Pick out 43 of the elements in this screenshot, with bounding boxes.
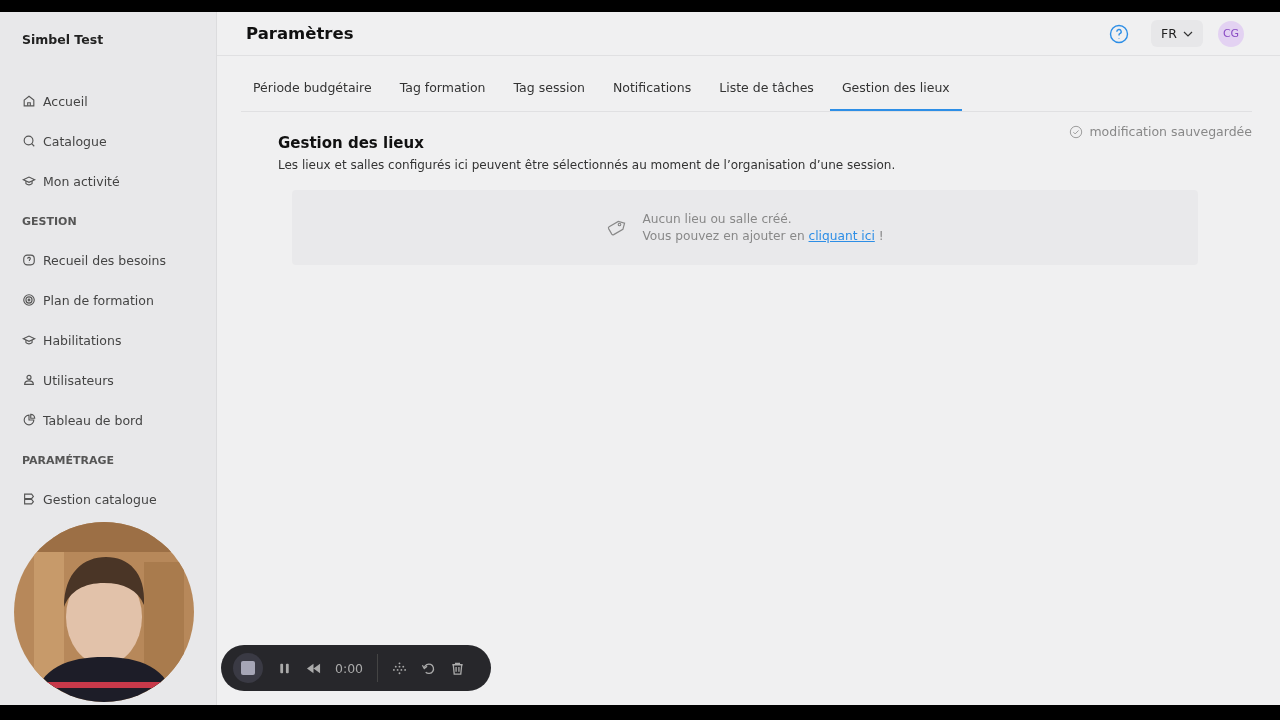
chevron-down-icon <box>1183 30 1193 37</box>
pie-icon <box>22 413 36 427</box>
settings-tab[interactable]: Tag session <box>501 76 597 111</box>
layers-icon <box>22 492 36 506</box>
section-title: Gestion des lieux <box>278 134 425 152</box>
section-description: Les lieux et salles configurés ici peuvent être sélectionnés au moment de l’organisation d’une session. <box>278 158 897 172</box>
target-icon <box>22 293 36 307</box>
sidebar-item[interactable]: Utilisateurs <box>22 360 114 400</box>
sidebar-item[interactable]: Recueil des besoins <box>22 240 167 280</box>
stop-button[interactable] <box>233 653 263 683</box>
trash-icon[interactable] <box>450 660 466 676</box>
sidebar-item[interactable]: Plan de formation <box>22 280 154 320</box>
settings-tab[interactable]: Tag formation <box>387 76 498 111</box>
settings-tab[interactable]: Liste de tâches <box>707 76 826 111</box>
section-heading: PARAMÉTRAGE <box>22 454 116 467</box>
help-icon <box>22 253 36 267</box>
sidebar-item[interactable]: Accueil <box>22 81 88 121</box>
section-heading: GESTION <box>22 215 78 228</box>
restart-icon[interactable] <box>421 660 437 676</box>
empty-message: Aucun lieu ou salle créé. <box>642 212 793 226</box>
cap-icon <box>22 174 36 188</box>
settings-tab[interactable]: Notifications <box>600 76 704 111</box>
dot-grid-icon[interactable] <box>392 660 408 676</box>
page-title: Paramètres <box>246 24 354 43</box>
cap-icon <box>22 333 36 347</box>
search-icon <box>22 134 36 148</box>
help-icon[interactable] <box>1109 23 1130 44</box>
sidebar-item[interactable]: Catalogue <box>22 121 107 161</box>
settings-tab[interactable]: Gestion des lieux <box>829 76 962 111</box>
sidebar-item[interactable]: Gestion catalogue <box>22 479 157 519</box>
home-icon <box>22 94 36 108</box>
sidebar-item[interactable]: Tableau de bord <box>22 400 143 440</box>
sidebar-item[interactable]: Mon activité <box>22 161 120 201</box>
settings-tab[interactable]: Période budgétaire <box>241 76 384 111</box>
empty-hint: Vous pouvez en ajouter en cliquant ici ! <box>642 229 884 243</box>
app-name: Simbel Test <box>22 32 105 47</box>
save-status: modification sauvegardée <box>1089 124 1252 139</box>
check-circle-icon <box>1069 124 1084 139</box>
recording-time: 0:00 <box>335 660 364 676</box>
users-icon <box>22 373 36 387</box>
language-select[interactable]: FR <box>1151 20 1203 47</box>
sidebar-item[interactable]: Habilitations <box>22 320 122 360</box>
user-avatar[interactable]: CG <box>1218 20 1244 47</box>
